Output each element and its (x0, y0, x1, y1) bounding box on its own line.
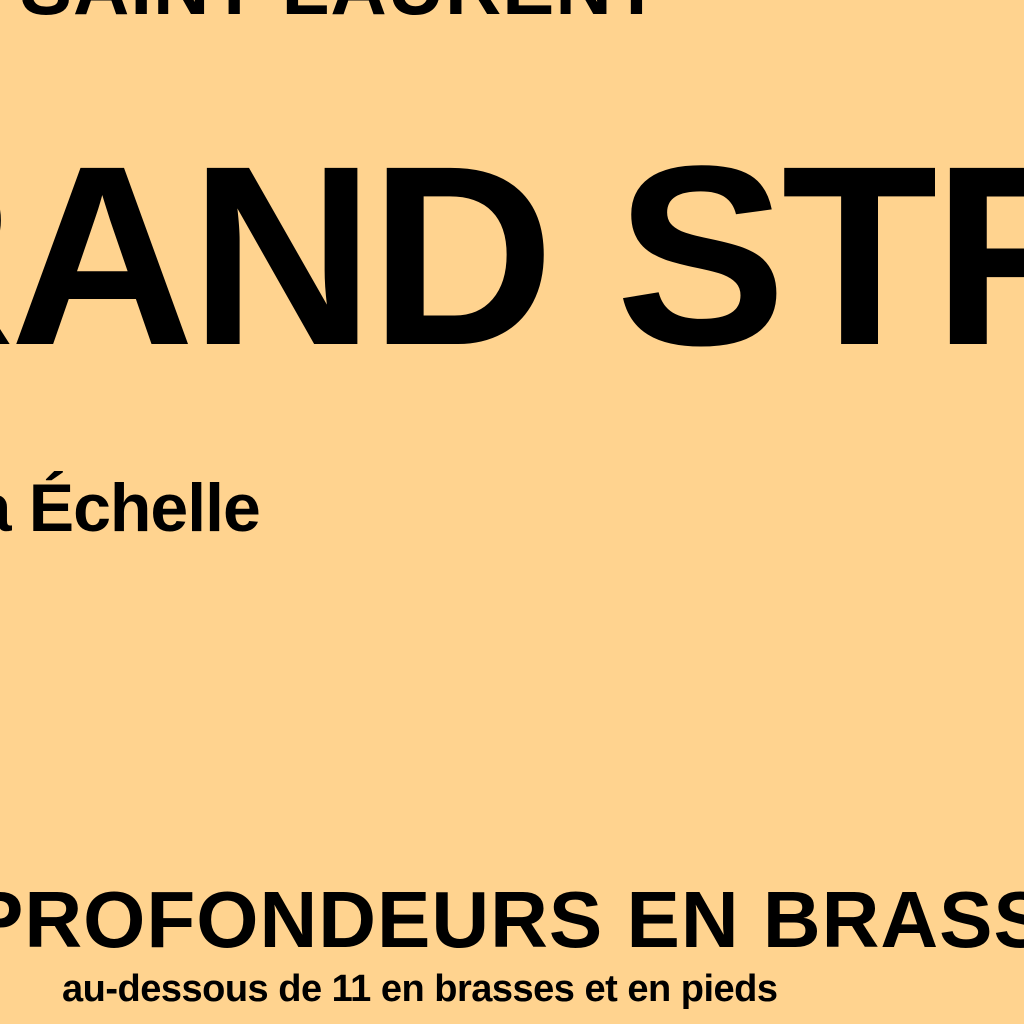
depth-heading: PROFONDEURS EN BRASSES (0, 875, 1024, 964)
scale-label: à Échelle (0, 470, 261, 546)
depth-subtitle: au-dessous de 11 en brasses et en pieds (62, 968, 778, 1010)
map-title-block: D SAINT-LAURENT RAND STRAIT à Échelle PR… (0, 0, 1024, 1024)
map-main-title: RAND STRAIT (0, 113, 1024, 399)
top-heading: D SAINT-LAURENT (0, 0, 661, 26)
